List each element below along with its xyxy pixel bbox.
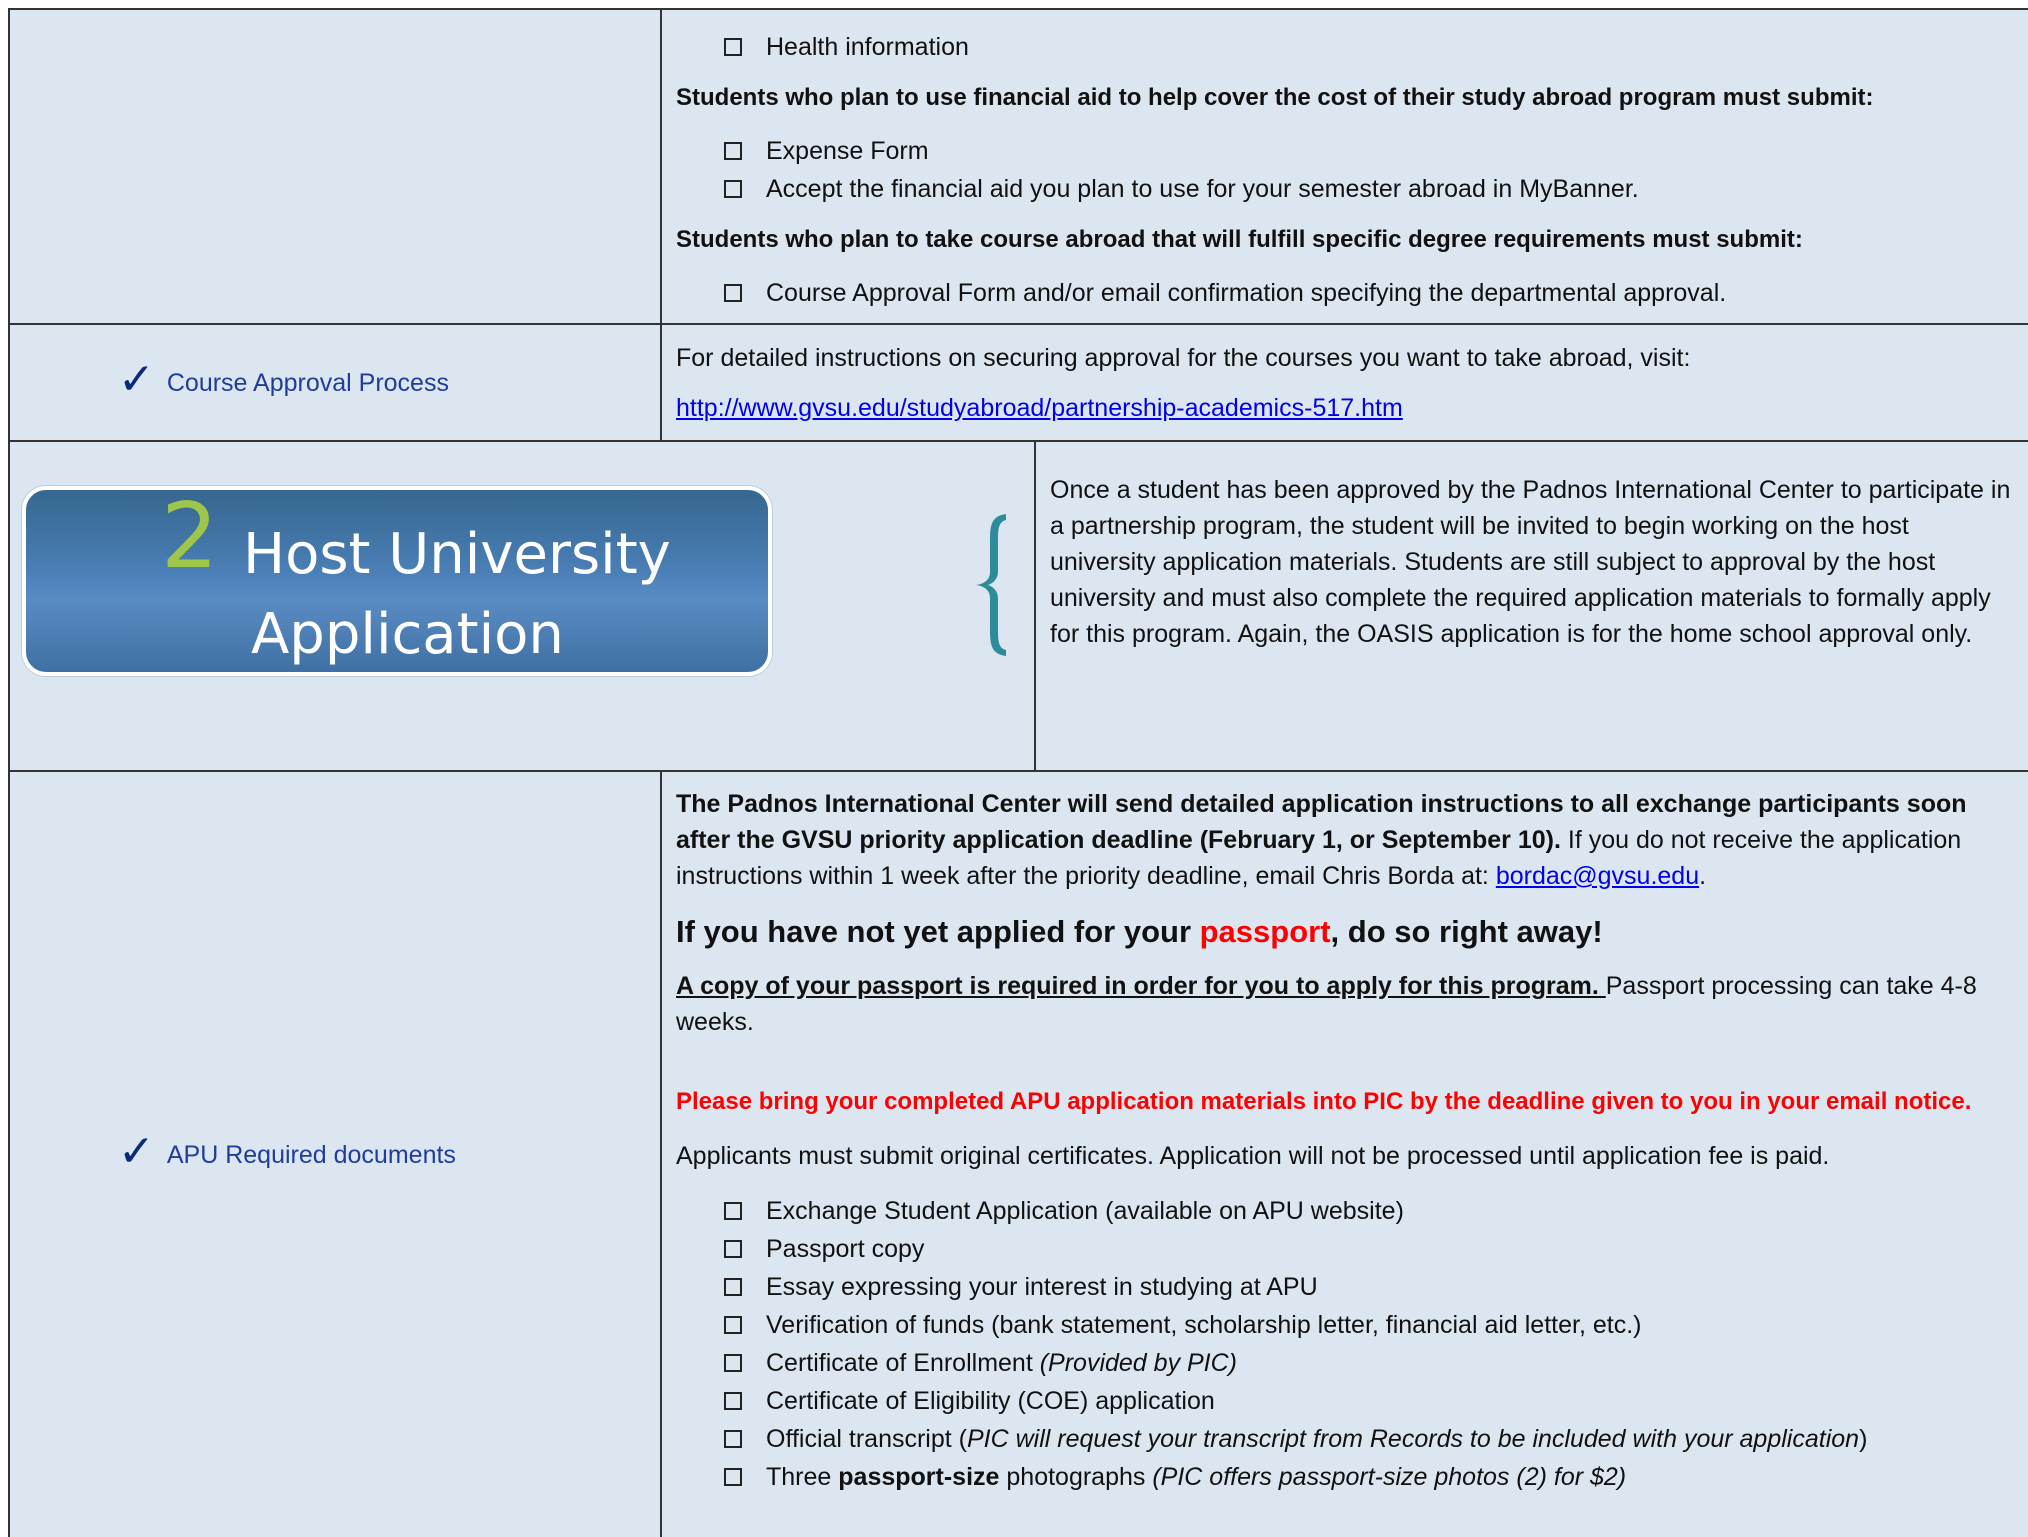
email-link[interactable]: bordac@gvsu.edu (1496, 862, 1699, 890)
checklist-item-label: Official transcript (PIC will request yo… (766, 1420, 1867, 1458)
checkmark-icon: ✓ (118, 354, 155, 405)
row-divider-2 (8, 440, 2028, 442)
apu-documents-label: ✓ APU Required documents (118, 1130, 456, 1174)
apu-documents-text: APU Required documents (166, 1141, 456, 1169)
applicants-note: Applicants must submit original certific… (676, 1142, 1830, 1170)
item-italic-text: PIC will request your transcript from Re… (966, 1425, 1860, 1453)
checklist-item[interactable]: Exchange Student Application (available … (724, 1192, 2016, 1230)
column-divider-lower (660, 770, 662, 1537)
item-after-text: ) (1859, 1425, 1868, 1453)
checklist-item[interactable]: Health information (724, 28, 2016, 66)
banner-title-line1: Host University (243, 522, 671, 587)
item-text: Official transcript ( (766, 1425, 967, 1453)
item-text: Three (766, 1463, 839, 1491)
red-notice: Please bring your completed APU applicat… (676, 1088, 1972, 1115)
row4-content: The Padnos International Center will sen… (676, 786, 2016, 1496)
item-text-2: photographs (999, 1463, 1153, 1491)
passport-heading: If you have not yet applied for your pas… (676, 910, 2016, 954)
step-number: 2 (161, 484, 219, 589)
item-text: Certificate of Enrollment (766, 1349, 1040, 1377)
column-divider-banner (1034, 440, 1036, 772)
checkbox-icon[interactable] (724, 142, 742, 160)
checklist-item-label: Certificate of Enrollment (Provided by P… (766, 1344, 1237, 1382)
checklist-item-label: Passport copy (766, 1235, 925, 1263)
host-university-description: Once a student has been approved by the … (1050, 476, 2011, 648)
checklist-item[interactable]: Accept the financial aid you plan to use… (724, 170, 2016, 208)
checklist-item[interactable]: Course Approval Form and/or email confir… (724, 274, 2016, 312)
row2-content: For detailed instructions on securing ap… (676, 340, 2016, 426)
brace-icon (976, 514, 1006, 656)
item-italic-text: (PIC offers passport-size photos (2) for… (1152, 1463, 1627, 1491)
checkbox-icon[interactable] (724, 1316, 742, 1334)
checklist-item-label: Health information (766, 33, 969, 61)
course-approval-label: ✓ Course Approval Process (118, 358, 449, 402)
passport-heading-word: passport (1199, 914, 1331, 949)
checklist-item-label: Three passport-size photographs (PIC off… (766, 1458, 1626, 1496)
checkbox-icon[interactable] (724, 284, 742, 302)
course-approval-text: Course Approval Process (166, 369, 449, 397)
checkbox-icon[interactable] (724, 1202, 742, 1220)
course-requirements-heading: Students who plan to take course abroad … (676, 226, 1803, 253)
checklist-item-label: Exchange Student Application (available … (766, 1197, 1404, 1225)
host-university-banner: 2 Host University Application (22, 484, 772, 676)
checklist-item-label: Expense Form (766, 137, 929, 165)
checkbox-icon[interactable] (724, 1240, 742, 1258)
checklist-item[interactable]: Essay expressing your interest in studyi… (724, 1268, 2016, 1306)
financial-aid-heading: Students who plan to use financial aid t… (676, 84, 1874, 111)
checklist-item-label: Accept the financial aid you plan to use… (766, 175, 1639, 203)
checkbox-icon[interactable] (724, 180, 742, 198)
top-border (8, 8, 2028, 10)
checklist-item[interactable]: Certificate of Eligibility (COE) applica… (724, 1382, 2016, 1420)
passport-copy-bold: A copy of your passport is required in o… (676, 972, 1606, 1000)
column-divider-upper (660, 8, 662, 441)
checkmark-icon: ✓ (118, 1126, 155, 1177)
checklist-item-label: Essay expressing your interest in studyi… (766, 1273, 1318, 1301)
checklist-item[interactable]: Certificate of Enrollment (Provided by P… (724, 1344, 2016, 1382)
row-divider-1 (8, 323, 2028, 325)
checklist-item[interactable]: Verification of funds (bank statement, s… (724, 1306, 2016, 1344)
checkbox-icon[interactable] (724, 1392, 742, 1410)
checklist-item[interactable]: Passport copy (724, 1230, 2016, 1268)
row1-left-cell (10, 10, 660, 323)
checklist-item-label: Certificate of Eligibility (COE) applica… (766, 1387, 1215, 1415)
course-approval-instructions: For detailed instructions on securing ap… (676, 344, 1691, 372)
row1-content: Health information Students who plan to … (676, 28, 2016, 312)
item-italic-text: (Provided by PIC) (1039, 1349, 1238, 1377)
checkbox-icon[interactable] (724, 1278, 742, 1296)
passport-heading-post: , do so right away! (1330, 914, 1603, 949)
apu-checklist: Exchange Student Application (available … (676, 1192, 2016, 1496)
checklist-item[interactable]: Three passport-size photographs (PIC off… (724, 1458, 2016, 1496)
passport-heading-pre: If you have not yet applied for your (676, 914, 1200, 949)
checklist-item-label: Verification of funds (bank statement, s… (766, 1311, 1642, 1339)
row-divider-3 (8, 770, 2028, 772)
intro-end-text: . (1699, 862, 1707, 890)
passport-copy-paragraph: A copy of your passport is required in o… (676, 968, 2016, 1040)
checkbox-icon[interactable] (724, 1468, 742, 1486)
checkbox-icon[interactable] (724, 38, 742, 56)
checkbox-icon[interactable] (724, 1430, 742, 1448)
application-instructions-paragraph: The Padnos International Center will sen… (676, 786, 2016, 894)
course-approval-link[interactable]: http://www.gvsu.edu/studyabroad/partners… (676, 394, 1403, 422)
checklist-item[interactable]: Expense Form (724, 132, 2016, 170)
checklist-item-label: Course Approval Form and/or email confir… (766, 279, 1727, 307)
left-border (8, 8, 10, 1537)
banner-title-line2: Application (251, 602, 564, 667)
checklist-item[interactable]: Official transcript (PIC will request yo… (724, 1420, 2016, 1458)
checkbox-icon[interactable] (724, 1354, 742, 1372)
item-bold-text: passport-size (838, 1463, 1000, 1491)
